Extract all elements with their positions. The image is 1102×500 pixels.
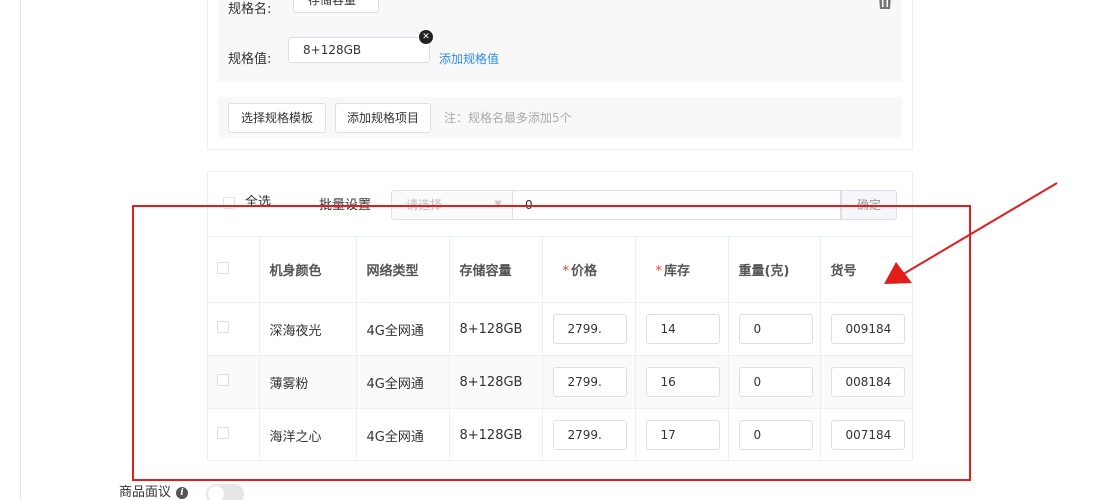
cell-color: 薄雾粉 bbox=[259, 355, 357, 409]
cell-storage: 8+128GB bbox=[449, 302, 543, 356]
header-sku-code: 货号 bbox=[820, 236, 912, 303]
cell-network: 4G全网通 bbox=[356, 355, 450, 409]
cell-color: 海洋之心 bbox=[259, 408, 357, 462]
select-all-label: 全选 bbox=[245, 195, 272, 210]
header-stock-label: 库存 bbox=[664, 264, 691, 279]
cell-sku-code: 007184 bbox=[820, 408, 912, 462]
switch-knob bbox=[208, 486, 224, 500]
table-header-row: 机身颜色 网络类型 存储容量 * 价格 * 库存 重量(克) 货号 bbox=[208, 236, 912, 303]
price-input[interactable]: 2799. bbox=[552, 420, 627, 451]
header-checkbox[interactable] bbox=[217, 261, 229, 274]
header-price: * 价格 bbox=[542, 236, 636, 303]
sku-code-input[interactable]: 007184 bbox=[830, 420, 905, 451]
header-network: 网络类型 bbox=[356, 236, 450, 303]
cell-price: 2799. bbox=[542, 408, 636, 462]
cell-stock: 17 bbox=[635, 408, 729, 462]
add-spec-value-link[interactable]: 添加规格值 bbox=[439, 49, 499, 69]
sku-code-input[interactable]: 009184 bbox=[830, 314, 905, 344]
table-row: 薄雾粉 4G全网通 8+128GB 2799. 16 0 008184 bbox=[208, 355, 912, 409]
table-row: 海洋之心 4G全网通 8+128GB 2799. 17 0 007184 bbox=[208, 408, 912, 462]
price-input[interactable]: 2799. bbox=[552, 367, 627, 397]
spec-panel: 规格名: 存储容量 规格值: 8+128GB ✕ 添加规格值 选择规格模板 添加… bbox=[207, 0, 913, 150]
header-checkbox-cell bbox=[208, 236, 260, 303]
cell-storage: 8+128GB bbox=[449, 408, 543, 462]
header-storage: 存储容量 bbox=[449, 236, 543, 303]
table-row: 深海夜光 4G全网通 8+128GB 2799. 14 0 009184 bbox=[208, 302, 912, 356]
negotiable-label: 商品面议 bbox=[119, 485, 172, 500]
spec-limit-note: 注：规格名最多添加5个 bbox=[444, 111, 572, 125]
select-template-button[interactable]: 选择规格模板 bbox=[228, 103, 326, 133]
row-checkbox[interactable] bbox=[217, 374, 229, 386]
spec-name-input[interactable]: 存储容量 bbox=[293, 0, 379, 13]
batch-settings-row: 全选 批量设置 请选择 ▼ 0 确定 bbox=[208, 172, 912, 236]
batch-select-placeholder: 请选择 bbox=[406, 198, 443, 212]
sku-table: 机身颜色 网络类型 存储容量 * 价格 * 库存 重量(克) 货号 深海夜光 4G全… bbox=[208, 236, 912, 462]
stock-input[interactable]: 17 bbox=[645, 420, 720, 451]
cell-network: 4G全网通 bbox=[356, 302, 450, 356]
weight-input[interactable]: 0 bbox=[738, 367, 813, 397]
spec-item: 规格名: 存储容量 规格值: 8+128GB ✕ 添加规格值 bbox=[218, 0, 902, 82]
row-checkbox-cell bbox=[208, 302, 260, 356]
trash-icon[interactable] bbox=[876, 0, 894, 10]
spec-value-label: 规格值: bbox=[228, 52, 272, 67]
cell-price: 2799. bbox=[542, 355, 636, 409]
price-input[interactable]: 2799. bbox=[552, 314, 627, 344]
cell-price: 2799. bbox=[542, 302, 636, 356]
weight-input[interactable]: 0 bbox=[738, 420, 813, 451]
cell-weight: 0 bbox=[728, 408, 821, 462]
cell-weight: 0 bbox=[728, 302, 821, 356]
info-icon: i bbox=[176, 487, 188, 499]
spec-actions-bar: 选择规格模板 添加规格项目 注：规格名最多添加5个 bbox=[218, 97, 902, 139]
select-all-checkbox[interactable] bbox=[223, 197, 235, 209]
row-checkbox-cell bbox=[208, 408, 260, 462]
batch-value-input[interactable]: 0 bbox=[512, 190, 841, 220]
row-checkbox-cell bbox=[208, 355, 260, 409]
batch-field-select[interactable]: 请选择 ▼ bbox=[391, 190, 512, 220]
header-price-label: 价格 bbox=[571, 264, 598, 279]
sku-code-input[interactable]: 008184 bbox=[830, 367, 905, 397]
required-mark: * bbox=[562, 264, 570, 279]
cell-weight: 0 bbox=[728, 355, 821, 409]
weight-input[interactable]: 0 bbox=[738, 314, 813, 344]
cell-network: 4G全网通 bbox=[356, 408, 450, 462]
stock-input[interactable]: 14 bbox=[645, 314, 720, 344]
cell-stock: 14 bbox=[635, 302, 729, 356]
add-spec-item-button[interactable]: 添加规格项目 bbox=[335, 103, 431, 133]
batch-confirm-button[interactable]: 确定 bbox=[841, 190, 897, 220]
header-stock: * 库存 bbox=[635, 236, 729, 303]
cell-stock: 16 bbox=[635, 355, 729, 409]
cell-storage: 8+128GB bbox=[449, 355, 543, 409]
cell-sku-code: 008184 bbox=[820, 355, 912, 409]
header-weight: 重量(克) bbox=[728, 236, 821, 303]
sku-panel: 全选 批量设置 请选择 ▼ 0 确定 机身颜色 网络类型 存储容量 * 价格 * 库… bbox=[207, 171, 913, 462]
header-color: 机身颜色 bbox=[259, 236, 357, 303]
required-mark: * bbox=[655, 264, 663, 279]
negotiable-switch[interactable] bbox=[206, 484, 244, 500]
stock-input[interactable]: 16 bbox=[645, 367, 720, 397]
close-circle-icon[interactable]: ✕ bbox=[419, 30, 433, 44]
row-checkbox[interactable] bbox=[217, 427, 229, 440]
chevron-down-icon: ▼ bbox=[494, 199, 502, 210]
row-checkbox[interactable] bbox=[217, 321, 229, 333]
batch-settings-label: 批量设置 bbox=[319, 198, 372, 213]
left-divider bbox=[20, 0, 21, 500]
cell-color: 深海夜光 bbox=[259, 302, 357, 356]
spec-value-input[interactable]: 8+128GB bbox=[288, 37, 430, 63]
cell-sku-code: 009184 bbox=[820, 302, 912, 356]
spec-name-label: 规格名: bbox=[228, 2, 272, 17]
